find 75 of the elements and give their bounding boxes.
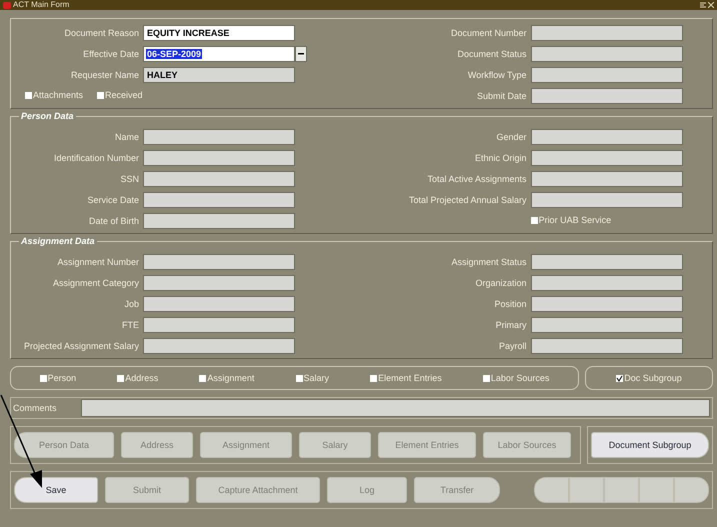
field-label: Submit Date [476, 92, 527, 100]
input-field[interactable] [530, 296, 683, 312]
field-label: Comments [13, 404, 58, 412]
input-field[interactable] [530, 275, 683, 291]
input-field[interactable] [530, 67, 683, 83]
input-field[interactable] [143, 213, 295, 229]
check-icon [616, 374, 624, 382]
input-field[interactable] [530, 150, 683, 166]
input-field[interactable]: HALEY [143, 67, 295, 83]
field-label: Service Date [86, 196, 139, 204]
field-label: Total Active Assignments [426, 174, 527, 184]
input-field[interactable] [143, 129, 295, 145]
field-label: Total Projected Annual Salary [408, 196, 527, 204]
input-field[interactable] [530, 129, 683, 145]
input-field[interactable] [530, 171, 683, 187]
action-button[interactable]: Save [14, 477, 98, 503]
input-field[interactable] [143, 275, 295, 291]
field-label: SSN [119, 174, 139, 184]
checkbox[interactable]: Assignment [199, 373, 254, 383]
field-label: Assignment Number [56, 258, 139, 266]
input-field[interactable] [530, 46, 683, 62]
checkbox[interactable]: Address [117, 373, 158, 383]
checkbox[interactable]: Element Entries [370, 373, 442, 383]
field-label: Document Status [456, 50, 527, 58]
field-label: Requester Name [70, 70, 139, 80]
section-title: Assignment Data [19, 236, 97, 246]
input-field[interactable] [530, 88, 683, 104]
field-label: Date of Birth [88, 216, 139, 226]
field-label: Payroll [498, 342, 527, 350]
subgroup-button[interactable]: Document Subgroup [591, 432, 709, 458]
list-of-values-button[interactable] [295, 46, 307, 62]
input-field[interactable]: 06-SEP-2009 [143, 46, 295, 62]
input-field[interactable] [530, 338, 683, 354]
input-field[interactable] [530, 25, 683, 41]
field-label: Workflow Type [466, 70, 527, 80]
input-field[interactable] [143, 171, 295, 187]
field-label: Assignment Status [450, 258, 527, 266]
close-icon[interactable] [708, 2, 714, 8]
field-label: Name [114, 132, 139, 142]
field-label: Document Number [450, 28, 527, 38]
checkbox[interactable]: Attachments [25, 90, 84, 100]
field-label: Assignment Category [52, 278, 139, 288]
resize-icon[interactable] [700, 2, 706, 8]
dash-icon [298, 53, 304, 55]
input-field[interactable] [143, 296, 295, 312]
field-label: Identification Number [52, 154, 139, 162]
field-label: Effective Date [82, 50, 139, 58]
section-title: Person Data [19, 111, 76, 121]
input-field[interactable] [530, 317, 683, 333]
field-label: Projected Assignment Salary [22, 342, 139, 350]
input-field[interactable] [530, 254, 683, 270]
input-field[interactable] [143, 192, 295, 208]
input-field[interactable] [143, 150, 295, 166]
field-label: Organization [474, 278, 527, 288]
checkbox[interactable]: Prior UAB Service [530, 215, 612, 225]
comments-field[interactable] [81, 399, 710, 417]
checkbox[interactable]: Doc Subgroup [616, 373, 682, 383]
input-field[interactable] [143, 338, 295, 354]
field-label: Position [494, 300, 527, 308]
window-title: ACT Main Form [13, 0, 70, 10]
checkbox[interactable]: Received [97, 90, 143, 100]
input-field[interactable] [143, 254, 295, 270]
input-field[interactable]: EQUITY INCREASE [143, 25, 295, 41]
field-label: Document Reason [63, 28, 139, 38]
input-field[interactable] [143, 317, 295, 333]
input-field[interactable] [530, 192, 683, 208]
checkbox[interactable]: Person [40, 373, 76, 383]
checkbox[interactable]: Salary [296, 373, 330, 383]
field-label: Primary [494, 320, 527, 330]
field-label: FTE [121, 320, 139, 330]
field-label: Job [123, 300, 139, 308]
checkbox[interactable]: Labor Sources [482, 373, 550, 383]
field-label: Gender [496, 132, 527, 142]
field-label: Ethnic Origin [474, 154, 527, 162]
app-icon [3, 2, 11, 8]
